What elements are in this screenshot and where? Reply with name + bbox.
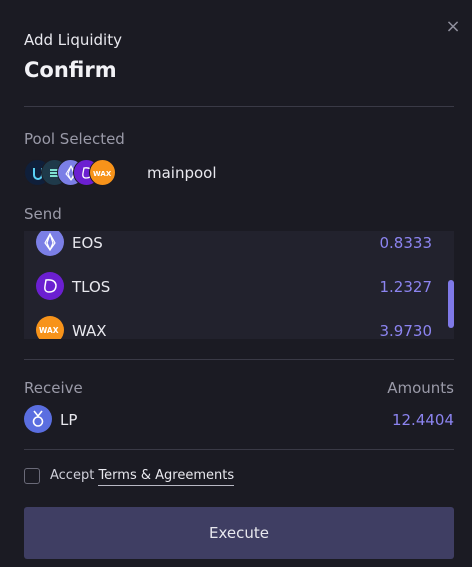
terms-agreement-text: Accept Terms & Agreements	[50, 468, 235, 486]
receive-label: Receive	[24, 379, 83, 397]
terms-link[interactable]: Terms & Agreements	[98, 468, 235, 486]
wax-icon: WAX	[36, 316, 64, 339]
eos-icon	[36, 231, 64, 256]
wax-icon: WAX	[89, 159, 116, 186]
modal-title: Confirm	[24, 58, 117, 82]
pool-token-icons: WAX	[24, 159, 124, 186]
divider	[24, 449, 454, 450]
token-symbol: EOS	[72, 234, 103, 252]
terms-checkbox[interactable]	[24, 468, 40, 484]
svg-text:WAX: WAX	[93, 170, 112, 178]
lp-badge-icon	[24, 405, 52, 433]
send-token-list[interactable]: EOS 0.8333 TLOS 1.2327 WAX WAX 3.9730	[24, 231, 454, 339]
amounts-label: Amounts	[387, 379, 454, 397]
token-symbol: TLOS	[72, 278, 111, 296]
list-item: EOS 0.8333	[24, 231, 454, 264]
execute-button[interactable]: Execute	[24, 507, 454, 559]
token-amount: 3.9730	[379, 322, 433, 339]
token-symbol: WAX	[72, 322, 107, 339]
receive-token-amount: 12.4404	[391, 411, 454, 429]
list-item: WAX WAX 3.9730	[24, 308, 454, 339]
accept-label: Accept	[50, 468, 95, 483]
pool-name: mainpool	[147, 164, 217, 182]
send-label: Send	[24, 205, 62, 223]
divider	[24, 106, 454, 107]
token-amount: 0.8333	[379, 234, 433, 252]
list-item: TLOS 1.2327	[24, 264, 454, 308]
divider	[24, 359, 454, 360]
pool-selected-label: Pool Selected	[24, 130, 125, 148]
tlos-icon	[36, 272, 64, 300]
close-icon[interactable]: ×	[444, 18, 462, 36]
token-amount: 1.2327	[379, 278, 433, 296]
add-liquidity-confirm-modal: × Add Liquidity Confirm Pool Selected WA…	[0, 0, 472, 567]
svg-text:WAX: WAX	[39, 326, 59, 335]
receive-token-symbol: LP	[60, 411, 78, 429]
modal-subtitle: Add Liquidity	[24, 31, 122, 49]
scrollbar-thumb[interactable]	[448, 280, 454, 328]
